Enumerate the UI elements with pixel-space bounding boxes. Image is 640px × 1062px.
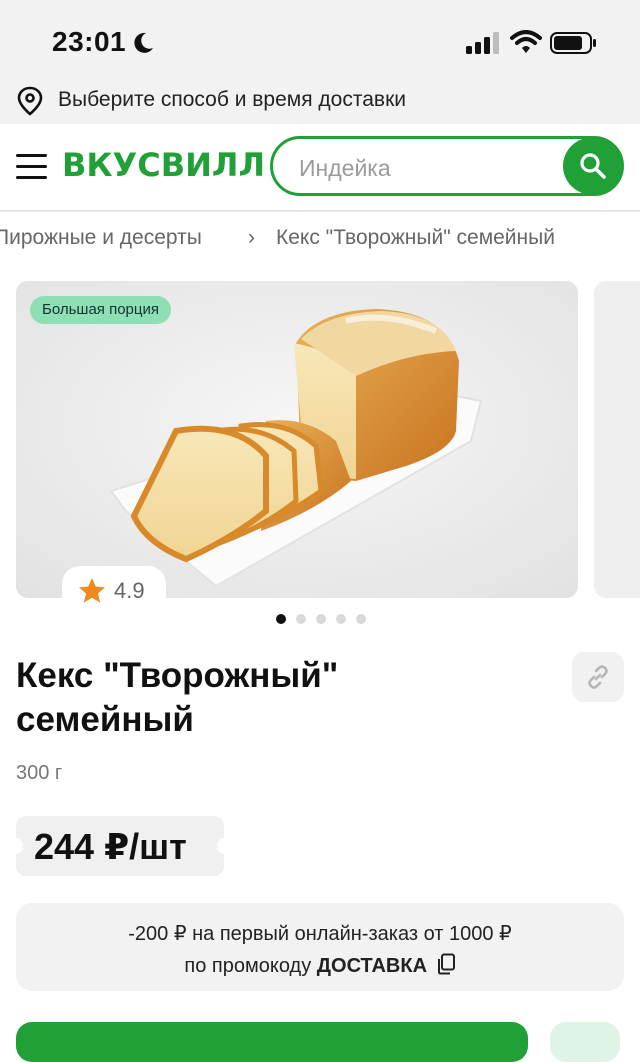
moon-icon <box>134 32 153 53</box>
promo-line-1: -200 ₽ на первый онлайн-заказ от 1000 ₽ <box>128 923 512 945</box>
product-title: Кекс "Творожный" семейный <box>16 656 339 739</box>
price-notch-right <box>217 838 231 854</box>
delivery-text: Выберите способ и время доставки <box>58 88 406 111</box>
status-bar: 23:01 <box>0 0 640 78</box>
breadcrumb-category[interactable]: Пирожные и десерты <box>0 226 202 250</box>
brand-logo[interactable]: ВКУСВИЛЛ <box>62 146 265 184</box>
app-header: ВКУСВИЛЛ Индейка <box>0 124 640 212</box>
location-pin-icon <box>17 86 43 116</box>
next-slide-preview[interactable] <box>594 281 640 598</box>
cake-illustration <box>16 281 578 598</box>
menu-icon[interactable] <box>16 154 47 180</box>
pagination-dot[interactable] <box>276 614 286 624</box>
price-tag: 244 ₽/шт <box>9 816 231 876</box>
product-weight: 300 г <box>16 762 63 784</box>
breadcrumb: Пирожные и десерты › Кекс "Творожный" се… <box>0 226 640 256</box>
delivery-selector[interactable]: Выберите способ и время доставки <box>0 78 640 124</box>
promo-code[interactable]: ДОСТАВКА <box>317 955 427 977</box>
pagination-dot[interactable] <box>356 614 366 624</box>
badge-large-portion: Большая порция <box>30 296 171 324</box>
promo-banner[interactable]: -200 ₽ на первый онлайн-заказ от 1000 ₽ … <box>16 903 624 991</box>
cellular-signal-icon <box>466 32 499 54</box>
breadcrumb-current: Кекс "Творожный" семейный <box>276 226 555 249</box>
rating-badge[interactable]: 4.9 <box>62 566 166 614</box>
share-link-button[interactable] <box>572 652 624 702</box>
pagination-dot[interactable] <box>316 614 326 624</box>
rating-value: 4.9 <box>114 578 145 603</box>
status-time: 23:01 <box>52 26 127 57</box>
wifi-icon <box>510 30 542 53</box>
search-icon <box>580 153 606 179</box>
favorite-button[interactable] <box>550 1022 620 1062</box>
battery-icon <box>550 32 596 54</box>
pagination-dot[interactable] <box>336 614 346 624</box>
link-icon <box>588 665 608 689</box>
promo-prefix: по промокоду <box>184 955 317 977</box>
star-icon <box>79 578 105 603</box>
breadcrumb-separator: › <box>248 226 255 249</box>
add-to-cart-button[interactable] <box>16 1022 528 1062</box>
search-placeholder: Индейка <box>299 155 391 181</box>
copy-icon[interactable] <box>436 953 456 975</box>
price-value: 244 ₽/шт <box>34 826 187 867</box>
product-image[interactable] <box>16 281 578 598</box>
search-input[interactable]: Индейка <box>270 136 624 196</box>
search-button[interactable] <box>563 137 623 195</box>
price-notch-left <box>9 838 23 854</box>
pagination-dot[interactable] <box>296 614 306 624</box>
promo-line-2: по промокоду ДОСТАВКА <box>16 953 624 978</box>
